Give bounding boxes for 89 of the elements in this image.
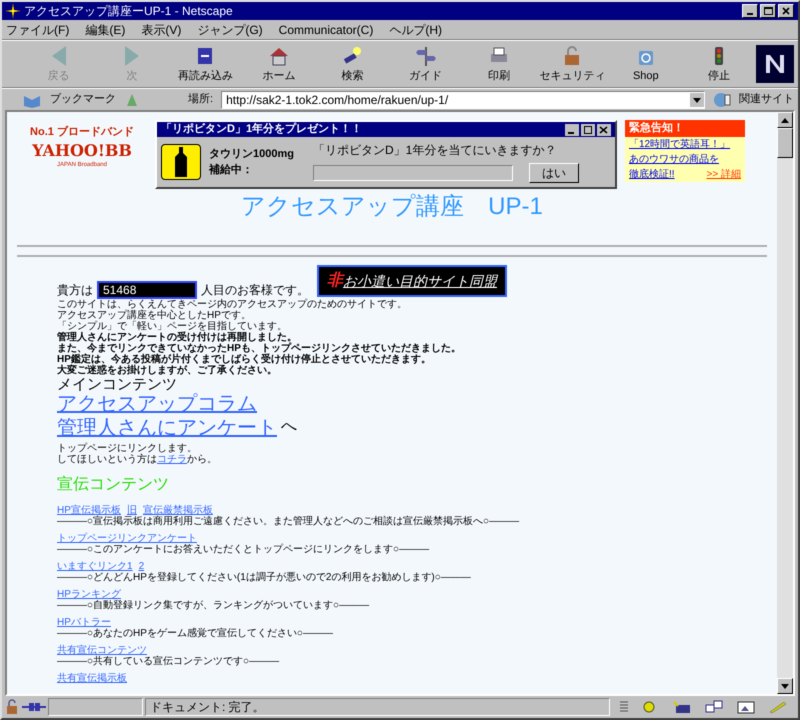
counter-label: 貴方は xyxy=(57,282,93,299)
globe-icon[interactable] xyxy=(713,92,731,108)
popup-question: 「リポビタンD」1年分を当てにいきますか？ xyxy=(313,142,558,159)
popup-ad-title: 「リポビタンD」1年分をプレゼント！！ xyxy=(161,122,362,138)
main-heading: メインコンテンツ xyxy=(57,376,178,393)
up-arrow-icon xyxy=(781,118,789,122)
promo-link[interactable]: 共有宣伝掲示板 xyxy=(57,673,127,684)
scroll-up-button[interactable] xyxy=(777,112,793,128)
scroll-down-button[interactable] xyxy=(777,678,793,694)
promo-link[interactable]: HP宣伝掲示板 xyxy=(57,505,121,516)
promo-link[interactable]: 旧 xyxy=(126,505,137,516)
promo-link[interactable]: HPバトラー xyxy=(57,617,111,628)
toolbar-button[interactable]: 検索 xyxy=(319,44,386,84)
discussion-icon[interactable] xyxy=(704,700,724,714)
minimize-button[interactable] xyxy=(742,4,758,18)
menu-item[interactable]: ジャンプ(G) xyxy=(197,20,263,38)
yes-button[interactable]: はい xyxy=(529,163,579,183)
link-suffix: へ xyxy=(281,417,297,437)
intro-text: 管理人さんにアンケートの受け付けは再開しました。 xyxy=(57,332,297,343)
window-controls-icon xyxy=(565,124,611,136)
close-icon xyxy=(782,7,790,15)
promo-link[interactable]: 宣伝厳禁掲示板 xyxy=(142,505,213,516)
maximize-icon xyxy=(764,7,772,15)
bookmarks-button[interactable]: ブックマーク xyxy=(50,91,116,108)
toolbar-button[interactable]: 印刷 xyxy=(466,44,532,84)
promo-link[interactable]: HPランキング xyxy=(57,589,121,600)
popup-ad[interactable]: 「リポビタンD」1年分をプレゼント！！ タウリン1000mg 補給中： 「リポビタンD」1年分を当てにいきますか？ はい xyxy=(155,120,617,189)
scroll-thumb[interactable] xyxy=(777,128,793,158)
menu-item[interactable]: ファイル(F) xyxy=(6,20,70,38)
intro-text: このサイトは、らくえんてきページ内のアクセスアップのためのサイトです。 xyxy=(57,299,408,310)
promo-description: ———○共有している宣伝コンテンツです○——— xyxy=(57,656,280,667)
composer-icon[interactable] xyxy=(736,700,756,714)
link-request-text: してほしいという方はコチラから。 xyxy=(57,454,218,465)
notice-line[interactable]: 徹底検証!! xyxy=(625,166,679,182)
alliance-banner[interactable]: 非お小遣い目的サイト同盟 xyxy=(317,265,507,297)
details-link[interactable]: >> 詳細 xyxy=(702,166,745,182)
toolbar-button[interactable]: Shop xyxy=(612,44,679,84)
promo-link[interactable]: いますぐリンク1 xyxy=(57,561,133,572)
close-button[interactable] xyxy=(778,4,794,18)
link-note: トップページにリンクします。 xyxy=(57,443,198,454)
promo-link[interactable]: 2 xyxy=(138,561,144,572)
vertical-scrollbar[interactable] xyxy=(777,112,793,694)
visitor-counter: 51468 xyxy=(97,281,197,299)
promo-link[interactable]: トップページリンクアンケート xyxy=(57,533,197,544)
maximize-button[interactable] xyxy=(760,4,776,18)
here-link[interactable]: コチラ xyxy=(157,454,187,465)
app-icon xyxy=(6,4,20,18)
menu-item[interactable]: 編集(E) xyxy=(85,20,126,38)
related-sites-button[interactable]: 関連サイト xyxy=(739,91,794,108)
pen-icon[interactable] xyxy=(768,700,788,714)
down-arrow-icon xyxy=(781,684,789,688)
window-title: アクセスアップ講座ーUP-1 - Netscape xyxy=(24,3,234,20)
status-text: 補給中： xyxy=(209,162,254,178)
promo-description: ———○宣伝掲示板は商用利用ご遠慮ください。また管理人などへのご相談は宣伝厳禁掲示板へ○——— xyxy=(57,516,520,527)
notice-line[interactable]: 「12時間で英語耳！」 xyxy=(625,136,734,152)
menu-item[interactable]: 表示(V) xyxy=(141,20,182,38)
promo-heading: 宣伝コンテンツ xyxy=(57,474,170,495)
notice-ad[interactable]: 緊急告知！ 「12時間で英語耳！」 あのウワサの商品を 徹底検証!! >> 詳細 xyxy=(625,120,745,182)
promo-link[interactable]: 共有宣伝コンテンツ xyxy=(57,645,147,656)
promo-description: ———○このアンケートにお答えいただくとトップページにリンクをします○——— xyxy=(57,544,430,555)
intro-text: 「シンプル」で「軽い」ページを目指しています。 xyxy=(57,321,288,332)
toolbar-button[interactable]: 停止 xyxy=(686,44,752,84)
status-text: ドキュメント: 完了。 xyxy=(150,699,265,716)
main-content-link[interactable]: 管理人さんにアンケート xyxy=(57,417,277,439)
lock-icon xyxy=(4,699,20,715)
intro-text: 大変ご迷惑をお掛けしますが、ご了承ください。 xyxy=(57,365,278,376)
promo-description: ———○あなたのHPをゲーム感覚で宣伝してください○——— xyxy=(57,628,334,639)
intro-text: アクセスアップ講座を中心としたHPです。 xyxy=(57,310,252,321)
notice-header: 緊急告知！ xyxy=(625,120,745,136)
bottle-icon xyxy=(174,147,188,177)
toolbar-button[interactable]: セキュリティ xyxy=(539,44,606,84)
menu-item[interactable]: Communicator(C) xyxy=(278,20,374,38)
component-bar-icon xyxy=(620,700,628,714)
notice-line[interactable]: あのウワサの商品を xyxy=(625,152,723,166)
menu-item[interactable]: ヘルプ(H) xyxy=(389,20,442,38)
location-field[interactable]: http://sak2-1.tok2.com/home/rakuen/up-1/ xyxy=(221,90,705,108)
connection-plug-icon xyxy=(22,701,46,713)
promo-description: ———○どんどんHPを登録してください(1は調子が悪いので2の利用をお勧めします)○——— xyxy=(57,572,472,583)
intro-text: HP鑑定は、今ある投稿が片付くまでしばらく受け付け停止とさせていただきます。 xyxy=(57,354,432,365)
counter-text: 人目のお客様です。 xyxy=(201,282,309,298)
product-text: タウリン1000mg xyxy=(209,146,295,162)
promo-description: ———○自動登録リンク集ですが、ランキングがついています○——— xyxy=(57,600,370,611)
main-content-link[interactable]: アクセスアップコラム xyxy=(57,393,257,415)
toolbar-button[interactable]: ガイド xyxy=(392,44,459,84)
toolbar-button[interactable]: ホーム xyxy=(246,44,312,84)
location-label: 場所: xyxy=(188,92,214,108)
page-title: アクセスアップ講座 UP-1 xyxy=(240,193,544,221)
intro-text: また、今までリンクできていなかったHPも、トップページリンクさせていただきました。 xyxy=(57,343,462,354)
toolbar-button[interactable]: 再読み込み xyxy=(172,44,238,84)
